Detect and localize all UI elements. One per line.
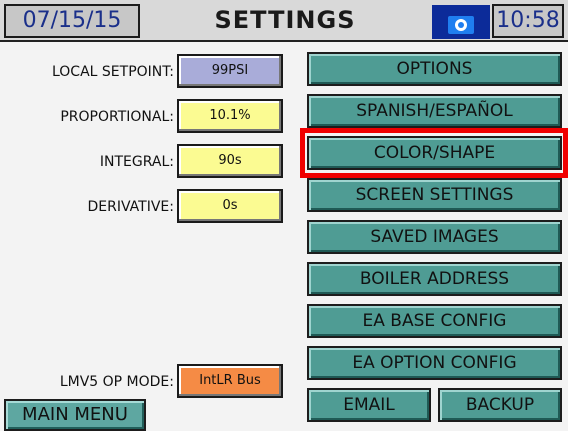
backup-button[interactable]: BACKUP <box>438 388 562 422</box>
lmv5-op-mode-label: LMV5 OP MODE: <box>59 374 174 390</box>
screen-settings-button[interactable]: SCREEN SETTINGS <box>307 178 562 212</box>
ea-option-config-button[interactable]: EA OPTION CONFIG <box>307 346 562 380</box>
local-setpoint-field[interactable]: 99PSI <box>177 54 283 88</box>
spanish-espanol-button[interactable]: SPANISH/ESPAÑOL <box>307 94 562 128</box>
selection-highlight <box>300 128 568 178</box>
derivative-field[interactable]: 0s <box>177 189 283 223</box>
derivative-label: DERIVATIVE: <box>87 199 174 215</box>
main-menu-button[interactable]: MAIN MENU <box>4 399 146 431</box>
camera-icon <box>448 16 474 34</box>
proportional-label: PROPORTIONAL: <box>60 109 174 125</box>
email-button[interactable]: EMAIL <box>307 388 431 422</box>
integral-label: INTEGRAL: <box>99 154 174 170</box>
local-setpoint-label: LOCAL SETPOINT: <box>51 64 174 80</box>
options-button[interactable]: OPTIONS <box>307 52 562 86</box>
settings-screen: 07/15/15 SETTINGS 10:58 LOCAL SETPOINT: … <box>0 0 568 431</box>
date-display: 07/15/15 <box>4 4 140 38</box>
lmv5-op-mode-field[interactable]: IntLR Bus <box>177 364 283 398</box>
boiler-address-button[interactable]: BOILER ADDRESS <box>307 262 562 296</box>
title-bar: 07/15/15 SETTINGS 10:58 <box>0 0 568 42</box>
time-display: 10:58 <box>492 4 564 38</box>
page-title: SETTINGS <box>214 6 356 34</box>
saved-images-button[interactable]: SAVED IMAGES <box>307 220 562 254</box>
proportional-field[interactable]: 10.1% <box>177 99 283 133</box>
integral-field[interactable]: 90s <box>177 144 283 178</box>
ea-base-config-button[interactable]: EA BASE CONFIG <box>307 304 562 338</box>
